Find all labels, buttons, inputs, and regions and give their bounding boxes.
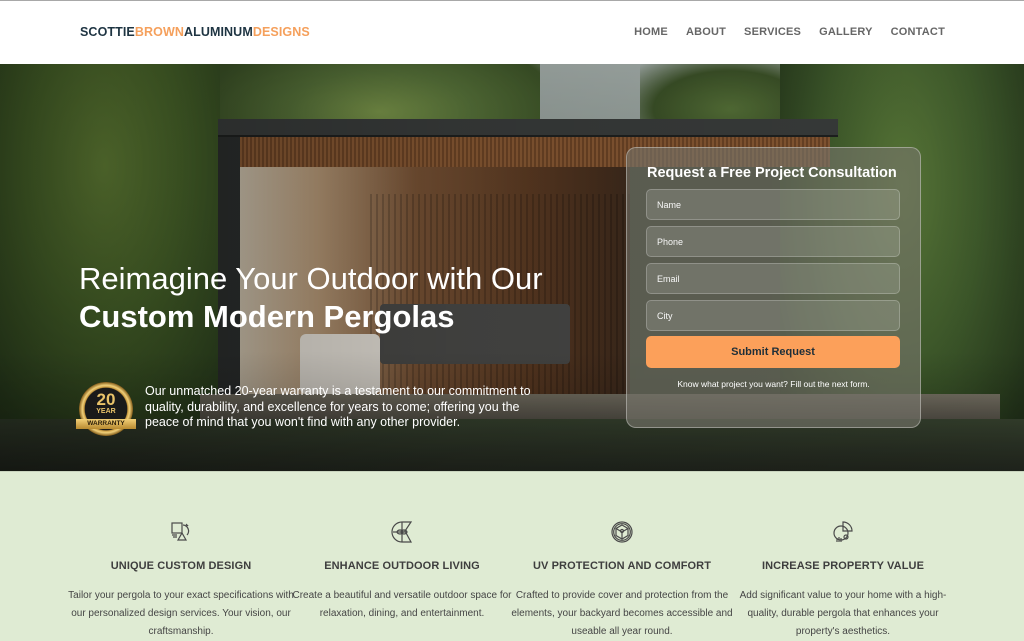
hero-title-bold: Custom Modern Pergolas [79, 299, 455, 334]
warranty-text: Our unmatched 20-year warranty is a test… [145, 384, 531, 429]
feature-title: INCREASE PROPERTY VALUE [761, 560, 925, 572]
property-value-icon [831, 520, 855, 544]
city-field[interactable] [646, 300, 900, 331]
consultation-form: Request a Free Project Consultation Subm… [626, 147, 921, 428]
nav-services[interactable]: SERVICES [744, 26, 801, 38]
hero-title: Reimagine Your Outdoor with Our Custom M… [79, 260, 549, 336]
features-section: UNIQUE CUSTOM DESIGN Tailor your pergola… [0, 471, 1024, 641]
email-field[interactable] [646, 263, 900, 294]
hero-section: Reimagine Your Outdoor with Our Custom M… [0, 64, 1024, 471]
nav-gallery[interactable]: GALLERY [819, 26, 873, 38]
form-title: Request a Free Project Consultation [647, 165, 897, 181]
site-header: SCOTTIEBROWNALUMINUMDESIGNS HOME ABOUT S… [0, 0, 1024, 64]
logo-part-aluminum: ALUMINUM [183, 25, 253, 39]
warranty-badge-icon: 20 YEAR WARRANTY [76, 382, 136, 436]
nav-home[interactable]: HOME [634, 26, 668, 38]
nav-contact[interactable]: CONTACT [891, 26, 945, 38]
name-field[interactable] [646, 189, 900, 220]
main-nav: HOME ABOUT SERVICES GALLERY CONTACT [616, 26, 945, 38]
nav-about[interactable]: ABOUT [686, 26, 726, 38]
feature-text: Create a beautiful and versatile outdoor… [292, 590, 512, 619]
logo-part-brown: BROWN [134, 25, 184, 39]
logo-part-scottie: SCOTTIE [80, 25, 135, 39]
submit-request-button[interactable]: Submit Request [646, 336, 900, 368]
form-note: Know what project you want? Fill out the… [677, 379, 870, 389]
feature-title: UNIQUE CUSTOM DESIGN [110, 560, 252, 572]
phone-field[interactable] [646, 226, 900, 257]
hero-title-regular: Reimagine Your Outdoor with Our [79, 261, 543, 296]
feature-text: Crafted to provide cover and protection … [511, 590, 733, 637]
outdoor-living-icon [390, 520, 414, 544]
badge-year: YEAR [96, 408, 116, 415]
design-tools-icon [169, 520, 193, 544]
site-logo[interactable]: SCOTTIEBROWNALUMINUMDESIGNS [80, 25, 310, 39]
uv-protection-icon [610, 520, 634, 544]
feature-text: Add significant value to your home with … [739, 590, 947, 637]
warranty-block: 20 YEAR WARRANTY Our unmatched 20-year w… [76, 382, 555, 436]
badge-ribbon: WARRANTY [76, 419, 136, 429]
feature-title: UV PROTECTION AND COMFORT [532, 560, 712, 572]
feature-text: Tailor your pergola to your exact specif… [68, 590, 294, 637]
feature-title: ENHANCE OUTDOOR LIVING [324, 560, 480, 572]
logo-part-designs: DESIGNS [252, 25, 310, 39]
badge-number: 20 [96, 390, 116, 409]
